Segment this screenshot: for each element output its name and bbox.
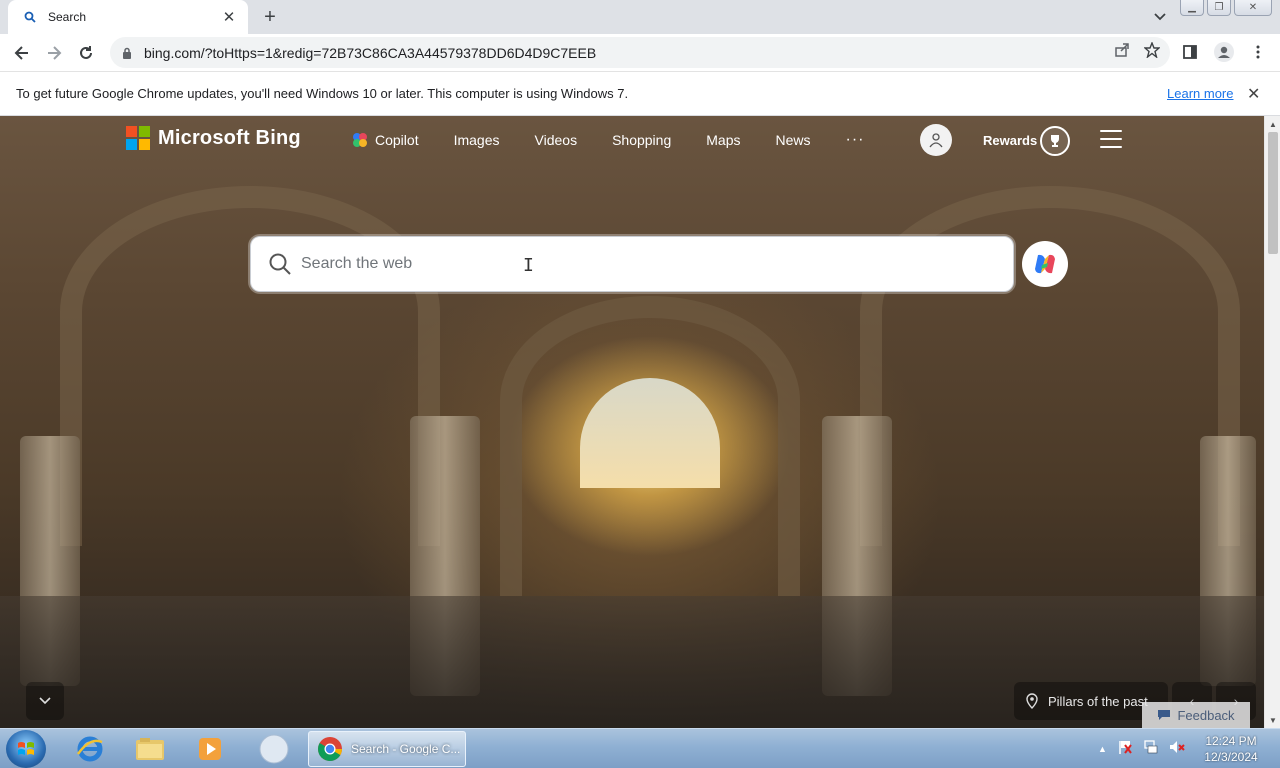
location-pin-icon (1026, 693, 1038, 709)
background-arch (500, 296, 800, 596)
browser-toolbar: bing.com/?toHttps=1&redig=72B73C86CA3A44… (0, 34, 1280, 71)
tab-search-dropdown-icon[interactable] (1150, 7, 1170, 27)
close-window-button[interactable]: ✕ (1234, 0, 1272, 16)
copilot-icon (353, 133, 367, 147)
chrome-icon (318, 737, 342, 762)
profile-icon[interactable] (1208, 36, 1240, 68)
search-box[interactable]: I (250, 236, 1014, 292)
nav-copilot-label: Copilot (375, 132, 419, 148)
bing-nav: Copilot Images Videos Shopping Maps News… (352, 131, 864, 149)
collapse-button[interactable] (26, 682, 64, 720)
windows-start-icon[interactable] (6, 730, 46, 768)
copilot-button[interactable] (1022, 241, 1068, 287)
microsoft-logo-icon (126, 126, 150, 150)
bookmark-star-icon[interactable] (1143, 41, 1161, 63)
media-player-icon[interactable] (188, 732, 232, 766)
taskbar: Search - Google C... ▲ 12:24 PM 12/3/202… (0, 728, 1280, 768)
minimize-button[interactable]: ▁ (1180, 0, 1204, 16)
infobar-message: To get future Google Chrome updates, you… (16, 86, 629, 101)
clock-date: 12/3/2024 (1204, 750, 1258, 764)
tab-title: Search (48, 10, 87, 24)
update-infobar: To get future Google Chrome updates, you… (0, 71, 1280, 116)
text-cursor-icon: I (523, 255, 534, 276)
copilot-icon (1035, 254, 1055, 274)
scrollbar-thumb[interactable] (1268, 132, 1278, 254)
tray-expand-icon[interactable]: ▲ (1098, 744, 1107, 754)
trophy-icon[interactable] (1040, 126, 1070, 156)
infobar-close-icon[interactable]: ✕ (1247, 84, 1260, 104)
restore-button[interactable]: ❐ (1207, 0, 1231, 16)
nav-maps[interactable]: Maps (706, 132, 740, 148)
rewards-label[interactable]: Rewards (983, 133, 1037, 148)
nav-copilot[interactable]: Copilot (352, 132, 419, 148)
url-text: bing.com/?toHttps=1&redig=72B73C86CA3A44… (144, 44, 597, 61)
chevron-down-icon (39, 697, 51, 705)
nav-videos[interactable]: Videos (535, 132, 578, 148)
caption-text: Pillars of the past (1048, 693, 1148, 709)
feedback-label: Feedback (1177, 707, 1235, 723)
file-explorer-icon[interactable] (128, 732, 172, 766)
internet-explorer-icon[interactable] (68, 732, 112, 766)
chrome-menu-icon[interactable] (1242, 36, 1274, 68)
tab-close-icon[interactable]: ✕ (220, 8, 238, 26)
nav-news[interactable]: News (775, 132, 810, 148)
logo-text: Microsoft Bing (158, 126, 301, 149)
back-icon[interactable] (6, 37, 38, 69)
scroll-down-icon[interactable]: ▼ (1265, 714, 1280, 726)
bing-homepage: Microsoft Bing Copilot Images Videos Sho… (0, 116, 1264, 728)
learn-more-link[interactable]: Learn more (1167, 86, 1233, 101)
nav-shopping[interactable]: Shopping (612, 132, 671, 148)
side-panel-icon[interactable] (1174, 36, 1206, 68)
search-icon (22, 9, 38, 25)
forward-icon[interactable] (38, 37, 70, 69)
hamburger-menu-icon[interactable] (1100, 130, 1122, 148)
app-orb-icon[interactable] (252, 732, 296, 766)
scroll-up-icon[interactable]: ▲ (1265, 118, 1280, 130)
reload-icon[interactable] (70, 37, 102, 69)
system-tray: ▲ (1098, 729, 1185, 768)
tab-search[interactable]: Search ✕ (8, 0, 248, 34)
nav-more-icon[interactable]: ··· (846, 131, 865, 149)
bing-header: Microsoft Bing Copilot Images Videos Sho… (0, 116, 1264, 164)
feedback-icon (1158, 710, 1171, 720)
nav-images[interactable]: Images (454, 132, 500, 148)
lock-icon[interactable] (120, 46, 134, 60)
search-input[interactable] (301, 255, 901, 273)
clock-time: 12:24 PM (1205, 734, 1257, 748)
volume-muted-icon[interactable] (1169, 739, 1185, 760)
taskbar-chrome-window[interactable]: Search - Google C... (308, 731, 466, 767)
network-icon[interactable] (1143, 739, 1159, 760)
address-bar[interactable]: bing.com/?toHttps=1&redig=72B73C86CA3A44… (110, 37, 1170, 68)
share-icon[interactable] (1114, 42, 1130, 63)
bing-logo[interactable]: Microsoft Bing (126, 126, 301, 150)
tab-strip: Search ✕ + ▁ ❐ ✕ (0, 0, 1280, 34)
action-center-flag-icon[interactable] (1117, 739, 1133, 760)
user-avatar-icon[interactable] (920, 124, 952, 156)
new-tab-button[interactable]: + (258, 6, 282, 28)
taskbar-chrome-label: Search - Google C... (351, 742, 461, 756)
feedback-button[interactable]: Feedback (1142, 702, 1250, 728)
search-icon[interactable] (267, 251, 293, 277)
page-scrollbar[interactable]: ▲ ▼ (1264, 116, 1280, 728)
window-controls: ▁ ❐ ✕ (1180, 0, 1272, 16)
system-clock[interactable]: 12:24 PM 12/3/2024 (1196, 733, 1266, 765)
